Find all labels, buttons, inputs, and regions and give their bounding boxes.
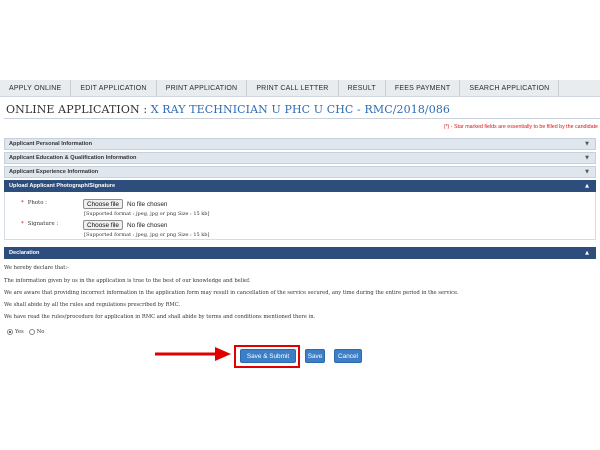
chevron-down-icon: ▼ (585, 169, 589, 175)
section-personal-info[interactable]: Applicant Personal Information ▼ (4, 138, 596, 150)
signature-format-note: [Supported format : jpeg, jpg or png Siz… (84, 232, 210, 238)
photo-no-file-text: No file chosen (126, 200, 168, 208)
photo-label: * Photo : (21, 200, 47, 206)
photo-format-note: [Supported format : jpeg, jpg or png Siz… (84, 211, 210, 217)
nav-print-call-letter[interactable]: PRINT CALL LETTER (247, 79, 339, 97)
required-fields-note: (*) - Star marked fields are essentially… (443, 124, 598, 130)
chevron-down-icon: ▼ (585, 155, 589, 161)
yes-radio[interactable] (7, 329, 13, 335)
section-declaration[interactable]: Declaration ▲ (4, 247, 596, 259)
signature-choose-file-button[interactable]: Choose file (83, 220, 123, 230)
save-submit-button[interactable]: Save & Submit (240, 349, 296, 363)
nav-apply-online[interactable]: APPLY ONLINE (0, 79, 72, 97)
section-education-info[interactable]: Applicant Education & Qualification Info… (4, 152, 596, 164)
required-star: * (21, 200, 24, 206)
declaration-line: We have read the rules/procedure for app… (4, 314, 316, 320)
section-upload-label: Upload Applicant Photograph/Signature (9, 183, 115, 189)
upload-prefix: Upload (9, 183, 28, 189)
chevron-up-icon: ▲ (585, 250, 589, 256)
upload-section-title: Applicant Photograph/Signature (29, 183, 116, 189)
upload-panel: * Photo : Choose file No file chosen [Sup… (4, 192, 596, 240)
no-label: No (36, 329, 45, 335)
yes-label: Yes (15, 329, 24, 335)
post-name: X RAY TECHNICIAN U PHC U CHC - RMC/2018/… (150, 103, 451, 116)
nav-edit-application[interactable]: EDIT APPLICATION (71, 79, 157, 97)
page-title-prefix: ONLINE APPLICATION : (6, 103, 151, 116)
save-button[interactable]: Save (305, 349, 325, 363)
declaration-line: We hereby declare that:- (4, 265, 69, 271)
section-personal-info-label: Applicant Personal Information (9, 141, 92, 147)
section-experience-info-label: Applicant Experience Information (9, 169, 99, 175)
photo-label-text: Photo : (27, 200, 47, 206)
photo-choose-file-button[interactable]: Choose file (83, 199, 123, 209)
section-declaration-label: Declaration (9, 250, 40, 256)
declaration-radio-group: Yes No (7, 329, 44, 335)
cancel-button[interactable]: Cancel (334, 349, 362, 363)
nav-fees-payment[interactable]: FEES PAYMENT (386, 79, 461, 97)
signature-label: * Signature : (21, 221, 58, 227)
declaration-line: We are aware that providing incorrect in… (4, 290, 459, 296)
required-star: * (21, 221, 24, 227)
section-upload-photo-signature[interactable]: Upload Applicant Photograph/Signature ▲ (4, 180, 596, 192)
title-divider (4, 118, 600, 119)
signature-label-text: Signature : (27, 221, 59, 227)
top-nav: APPLY ONLINE EDIT APPLICATION PRINT APPL… (0, 79, 600, 97)
declaration-line: The information given by us in the appli… (4, 278, 251, 284)
declaration-line: We shall abide by all the rules and regu… (4, 302, 181, 308)
photo-file-input[interactable]: Choose file No file chosen (83, 199, 167, 209)
chevron-down-icon: ▼ (585, 141, 589, 147)
nav-result[interactable]: RESULT (339, 79, 386, 97)
declaration-yes-option[interactable]: Yes (7, 329, 24, 335)
nav-search-application[interactable]: SEARCH APPLICATION (460, 79, 560, 97)
signature-file-input[interactable]: Choose file No file chosen (83, 220, 167, 230)
no-radio[interactable] (28, 329, 35, 335)
section-experience-info[interactable]: Applicant Experience Information ▼ (4, 166, 596, 178)
chevron-up-icon: ▲ (585, 183, 589, 189)
signature-no-file-text: No file chosen (126, 221, 168, 229)
red-arrow-icon (155, 347, 231, 361)
declaration-no-option[interactable]: No (28, 329, 45, 335)
nav-print-application[interactable]: PRINT APPLICATION (157, 79, 248, 97)
section-education-info-label: Applicant Education & Qualification Info… (9, 155, 137, 161)
page-title: ONLINE APPLICATION : X RAY TECHNICIAN U … (6, 103, 450, 116)
